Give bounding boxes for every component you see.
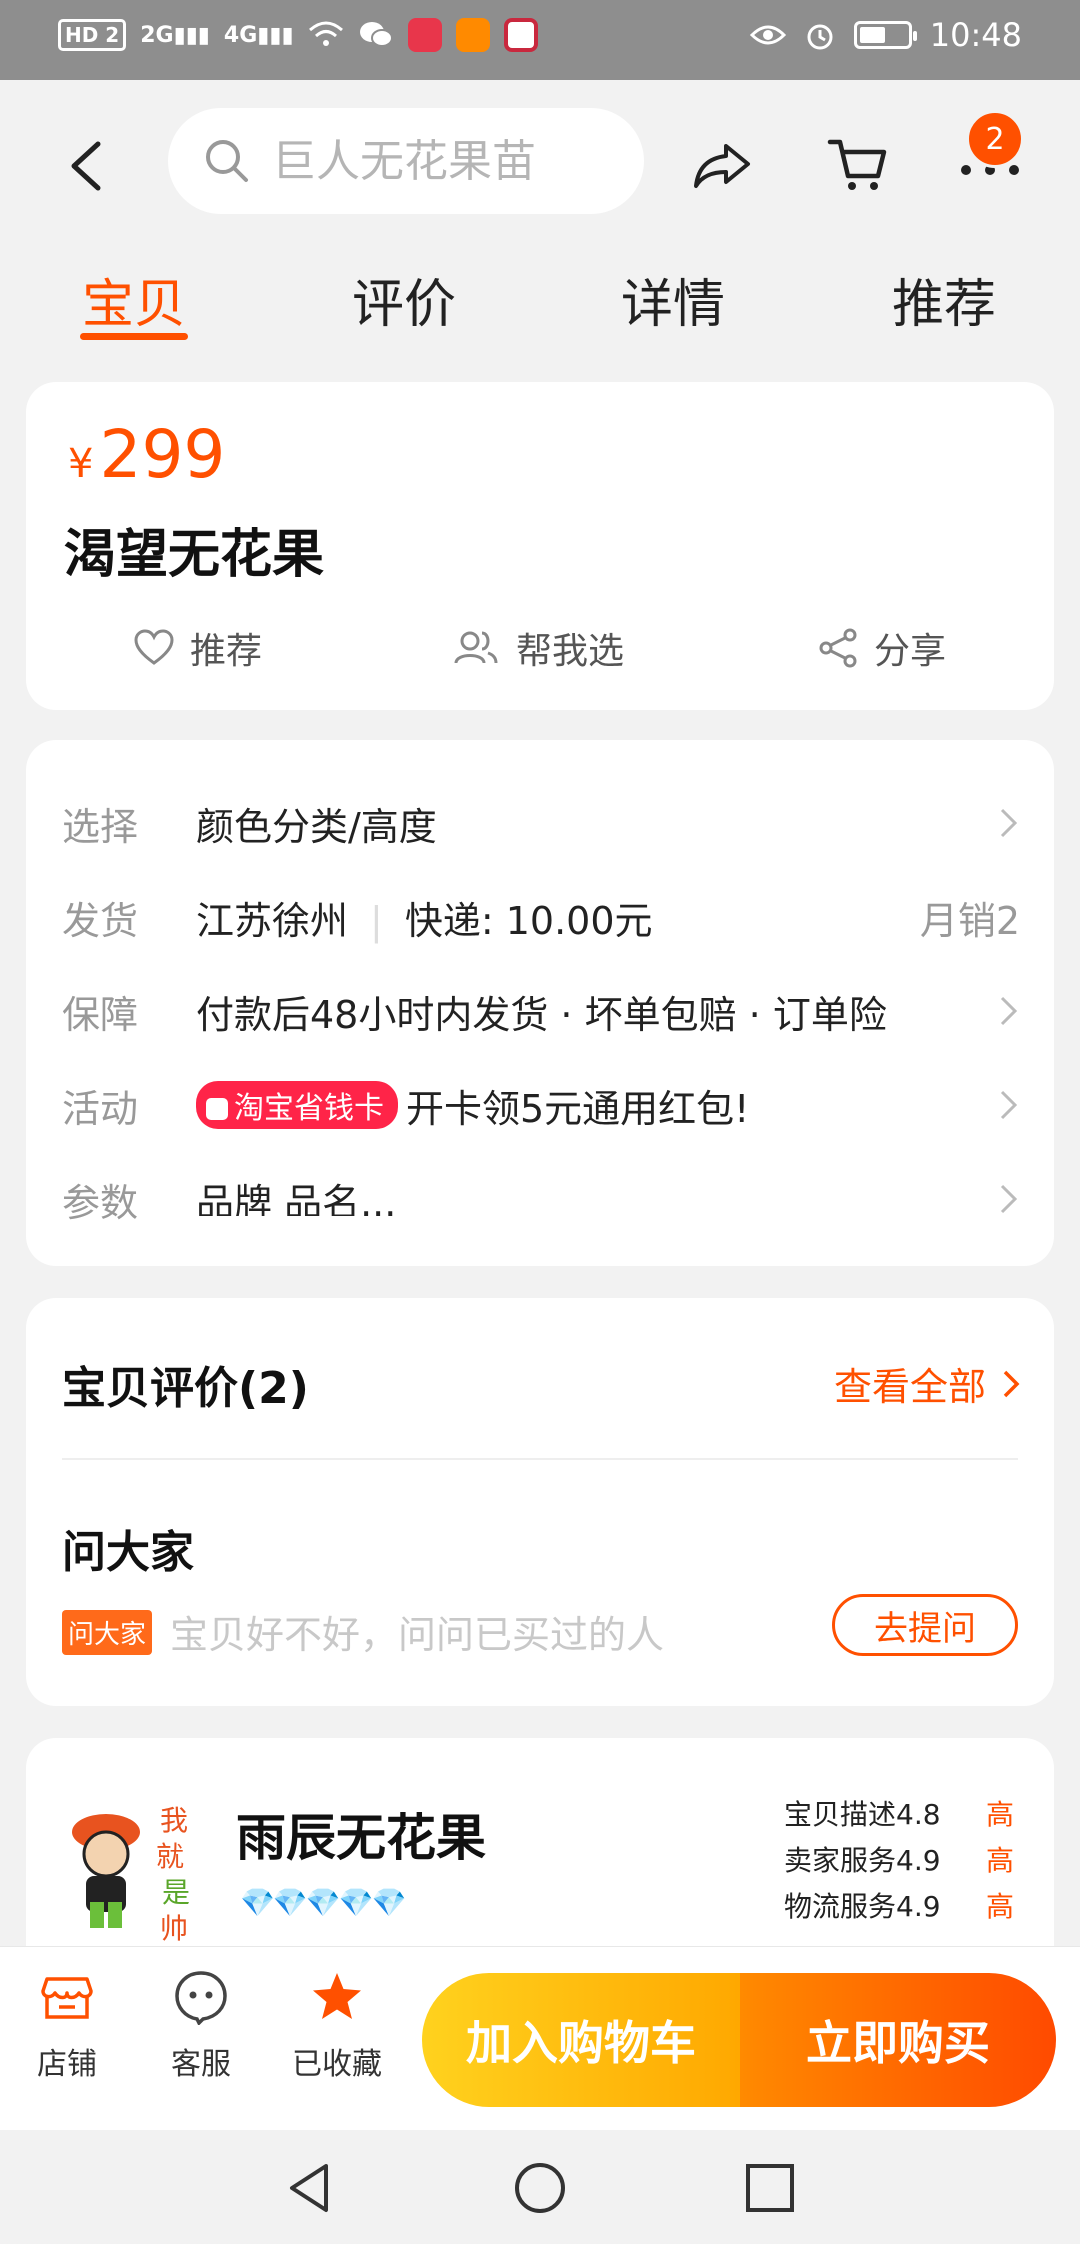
tab-reviews[interactable]: 评价 <box>352 262 456 337</box>
nav-home-icon[interactable] <box>512 2160 568 2216</box>
help-choose-button[interactable]: 帮我选 <box>452 622 624 674</box>
logo-text-3: 是 <box>162 1876 190 1909</box>
nav-recents-icon[interactable] <box>742 2160 798 2216</box>
clock: 10:48 <box>929 16 1022 54</box>
wifi-icon <box>308 21 343 46</box>
signal-4g-icon: 4G▮▮▮ <box>223 22 294 48</box>
hd-indicator: HD 2 <box>58 19 127 51</box>
alarm-icon <box>807 24 833 50</box>
status-right: 10:48 <box>749 16 1022 54</box>
status-bar: HD 2 2G▮▮▮ 4G▮▮▮ 10:48 <box>0 0 1080 80</box>
chat-face-icon <box>175 1971 227 2026</box>
score-row: 宝贝描述4.8 高 <box>784 1798 1014 1831</box>
system-nav-bar <box>0 2130 1080 2244</box>
chevron-right-icon <box>1003 1370 1020 1397</box>
imou-app-icon <box>455 18 490 52</box>
ship-fee: 快递: 10.00元 <box>404 899 653 943</box>
chevron-right-icon <box>1000 1090 1018 1120</box>
chevron-right-icon <box>1000 808 1018 838</box>
chevron-right-icon <box>1000 996 1018 1026</box>
store-name[interactable]: 雨辰无花果 <box>236 1798 486 1870</box>
action-row: 推荐 帮我选 分享 <box>26 622 1054 682</box>
status-left: HD 2 2G▮▮▮ 4G▮▮▮ <box>58 18 538 52</box>
buy-now-button[interactable]: 立即购买 <box>740 1973 1056 2107</box>
wechat-icon <box>359 22 393 47</box>
spec-row-promo[interactable]: 活动 淘宝省钱卡 开卡领5元通用红包! <box>26 1070 1054 1140</box>
ship-from: 江苏徐州 <box>196 899 349 943</box>
header: 2 宝贝 评价 详情 推荐 <box>0 80 1080 380</box>
ask-tag: 问大家 <box>62 1610 153 1655</box>
store-scores: 宝贝描述4.8 高 卖家服务4.9 高 物流服务4.9 高 <box>784 1792 1014 1930</box>
book-app-icon <box>407 18 442 52</box>
spec-card: 选择 颜色分类/高度 发货 江苏徐州 | 快递: 10.00元 月销2 保障 付款后… <box>26 740 1054 1266</box>
price: ¥299 <box>68 416 226 493</box>
eye-icon <box>749 25 786 45</box>
tab-details[interactable]: 详情 <box>621 262 725 337</box>
logo-text-4: 帅 <box>160 1912 188 1942</box>
savecard-badge: 淘宝省钱卡 <box>196 1081 398 1129</box>
search-icon <box>206 140 248 182</box>
search-bar[interactable] <box>168 108 644 214</box>
spec-row-guarantee[interactable]: 保障 付款后48小时内发货 · 坏单包赔 · 订单险 <box>26 976 1054 1046</box>
tab-item[interactable]: 宝贝 <box>82 262 186 337</box>
customer-service-button[interactable]: 客服 <box>146 1969 256 2083</box>
nav-back-icon[interactable] <box>282 2160 338 2216</box>
ask-question-button[interactable]: 去提问 <box>832 1594 1018 1656</box>
spec-row-shipping: 发货 江苏徐州 | 快递: 10.00元 月销2 <box>26 882 1054 952</box>
ask-title: 问大家 <box>62 1527 194 1578</box>
tab-underline <box>80 333 188 340</box>
share-button[interactable]: 分享 <box>818 622 946 674</box>
cart-badge: 2 <box>966 110 1024 168</box>
divider <box>62 1458 1018 1460</box>
store-logo[interactable]: 我 就 是 帅 <box>56 1792 216 1942</box>
ask-hint: 宝贝好不好，问问已买过的人 <box>170 1613 665 1657</box>
price-card: ¥299 渴望无花果 推荐 帮我选 分享 <box>26 382 1054 710</box>
wallet-icon <box>206 1098 228 1120</box>
battery-icon <box>853 21 917 49</box>
score-row: 卖家服务4.9 高 <box>784 1844 1014 1877</box>
bottom-action-bar: 店铺 客服 已收藏 加入购物车 立即购买 <box>0 1946 1080 2130</box>
people-icon <box>454 631 498 664</box>
recommend-button[interactable]: 推荐 <box>134 622 262 674</box>
logo-text-2: 就 <box>156 1840 184 1873</box>
spec-row-params[interactable]: 参数 品牌 品名... <box>26 1164 1054 1234</box>
review-card: 宝贝评价(2) 查看全部 问大家 问大家 宝贝好不好，问问已买过的人 去提问 <box>26 1298 1054 1706</box>
view-all-link[interactable]: 查看全部 <box>834 1356 1020 1411</box>
tab-recommend[interactable]: 推荐 <box>892 262 996 337</box>
tab-bar: 宝贝 评价 详情 推荐 <box>0 262 1080 342</box>
score-row: 物流服务4.9 高 <box>784 1890 1014 1923</box>
add-to-cart-button[interactable]: 加入购物车 <box>422 1973 740 2107</box>
logo-text-1: 我 <box>160 1804 188 1837</box>
share-arrow-icon[interactable] <box>690 132 754 196</box>
star-filled-icon <box>313 1973 361 2019</box>
search-input[interactable] <box>272 135 632 187</box>
heart-icon <box>134 629 174 665</box>
chevron-right-icon <box>1000 1184 1018 1214</box>
favorite-button[interactable]: 已收藏 <box>282 1969 392 2083</box>
back-icon[interactable] <box>62 138 112 194</box>
bank-app-icon <box>503 18 538 52</box>
cart-icon[interactable] <box>826 132 890 196</box>
store-level-diamonds: 💎💎💎💎💎 <box>240 1886 406 1919</box>
store-icon <box>41 1977 93 2019</box>
review-title: 宝贝评价(2) <box>62 1363 309 1414</box>
product-title: 渴望无花果 <box>64 525 325 585</box>
signal-2g-icon: 2G▮▮▮ <box>140 22 210 48</box>
separator: | <box>370 899 383 943</box>
shop-button[interactable]: 店铺 <box>12 1969 122 2083</box>
share-icon <box>819 628 857 668</box>
spec-row-select[interactable]: 选择 颜色分类/高度 <box>26 788 1054 858</box>
monthly-sales: 月销2 <box>919 899 1020 943</box>
